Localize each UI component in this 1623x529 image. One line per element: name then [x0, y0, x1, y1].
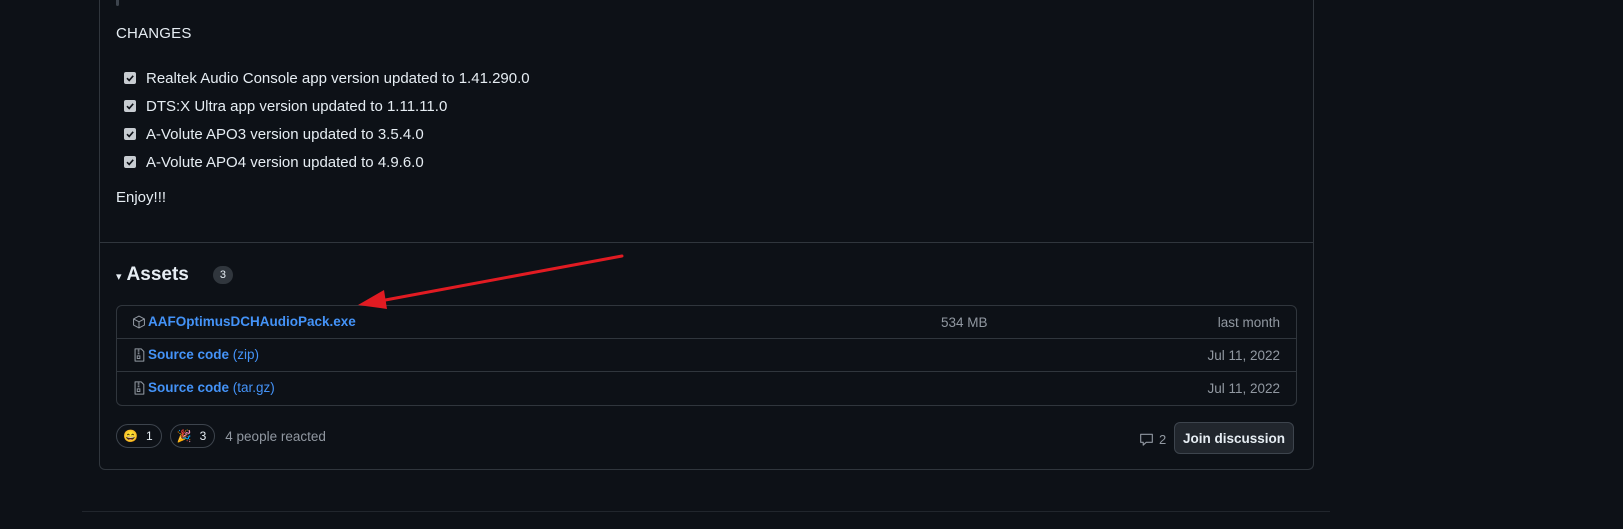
asset-date: Jul 11, 2022 — [1207, 381, 1280, 396]
checked-checkbox-icon — [124, 128, 136, 140]
task-list-item: A-Volute APO3 version updated to 3.5.4.0 — [124, 120, 530, 148]
source-code-zip-link[interactable]: Source code (zip) — [148, 347, 259, 362]
source-code-targz-link[interactable]: Source code (tar.gz) — [148, 380, 275, 395]
blockquote-bar — [116, 0, 119, 6]
asset-size: 534 MB — [941, 315, 988, 330]
assets-count-badge: 3 — [212, 266, 233, 284]
asset-row: AAFOptimusDCHAudioPack.exe 534 MB last m… — [117, 306, 1296, 339]
asset-name: AAFOptimusDCHAudioPack.exe — [148, 314, 356, 329]
asset-format: (zip) — [229, 347, 260, 362]
reactions-bar: 😄 1 🎉 3 4 people reacted — [116, 424, 326, 448]
comment-count[interactable]: 2 — [1139, 432, 1166, 447]
footer-divider — [82, 511, 1330, 512]
changes-task-list: Realtek Audio Console app version update… — [124, 64, 530, 176]
comment-count-value: 2 — [1159, 432, 1167, 447]
reaction-smile-button[interactable]: 😄 1 — [116, 424, 162, 448]
smile-emoji-icon: 😄 — [123, 429, 138, 443]
reactions-summary: 4 people reacted — [225, 428, 326, 444]
reaction-count: 3 — [199, 429, 207, 443]
task-item-label: A-Volute APO3 version updated to 3.5.4.0 — [146, 125, 424, 143]
checked-checkbox-icon — [124, 100, 136, 112]
asset-row: Source code (zip) Jul 11, 2022 — [117, 339, 1296, 372]
task-item-label: DTS:X Ultra app version updated to 1.11.… — [146, 97, 448, 115]
join-discussion-button[interactable]: Join discussion — [1174, 422, 1294, 454]
task-item-label: A-Volute APO4 version updated to 4.9.6.0 — [146, 153, 424, 171]
checked-checkbox-icon — [124, 156, 136, 168]
reaction-count: 1 — [145, 429, 153, 443]
release-page: CHANGES Realtek Audio Console app versio… — [0, 0, 1623, 529]
file-zip-icon — [134, 348, 145, 362]
changes-heading: CHANGES — [116, 25, 192, 42]
task-item-label: Realtek Audio Console app version update… — [146, 69, 530, 87]
asset-name: Source code — [148, 347, 230, 362]
task-list-item: A-Volute APO4 version updated to 4.9.6.0 — [124, 148, 530, 176]
assets-list: AAFOptimusDCHAudioPack.exe 534 MB last m… — [116, 305, 1297, 406]
asset-name: Source code — [148, 380, 230, 395]
package-icon — [133, 315, 145, 329]
asset-date: Jul 11, 2022 — [1207, 348, 1280, 363]
asset-date: last month — [1217, 315, 1280, 330]
assets-toggle[interactable]: ▾ Assets 3 — [116, 264, 233, 286]
task-list-item: Realtek Audio Console app version update… — [124, 64, 530, 92]
reaction-hooray-button[interactable]: 🎉 3 — [169, 424, 216, 448]
task-list-item: DTS:X Ultra app version updated to 1.11.… — [124, 92, 530, 120]
party-popper-icon: 🎉 — [176, 429, 192, 443]
asset-download-link[interactable]: AAFOptimusDCHAudioPack.exe — [148, 314, 356, 329]
file-zip-icon — [134, 381, 145, 395]
caret-down-icon: ▾ — [116, 270, 122, 283]
checked-checkbox-icon — [124, 72, 136, 84]
section-divider — [100, 242, 1313, 243]
closing-text: Enjoy!!! — [116, 189, 167, 206]
assets-title: Assets — [126, 264, 189, 285]
asset-format: (tar.gz) — [229, 380, 275, 395]
comment-icon — [1140, 433, 1153, 446]
asset-row: Source code (tar.gz) Jul 11, 2022 — [117, 372, 1296, 405]
